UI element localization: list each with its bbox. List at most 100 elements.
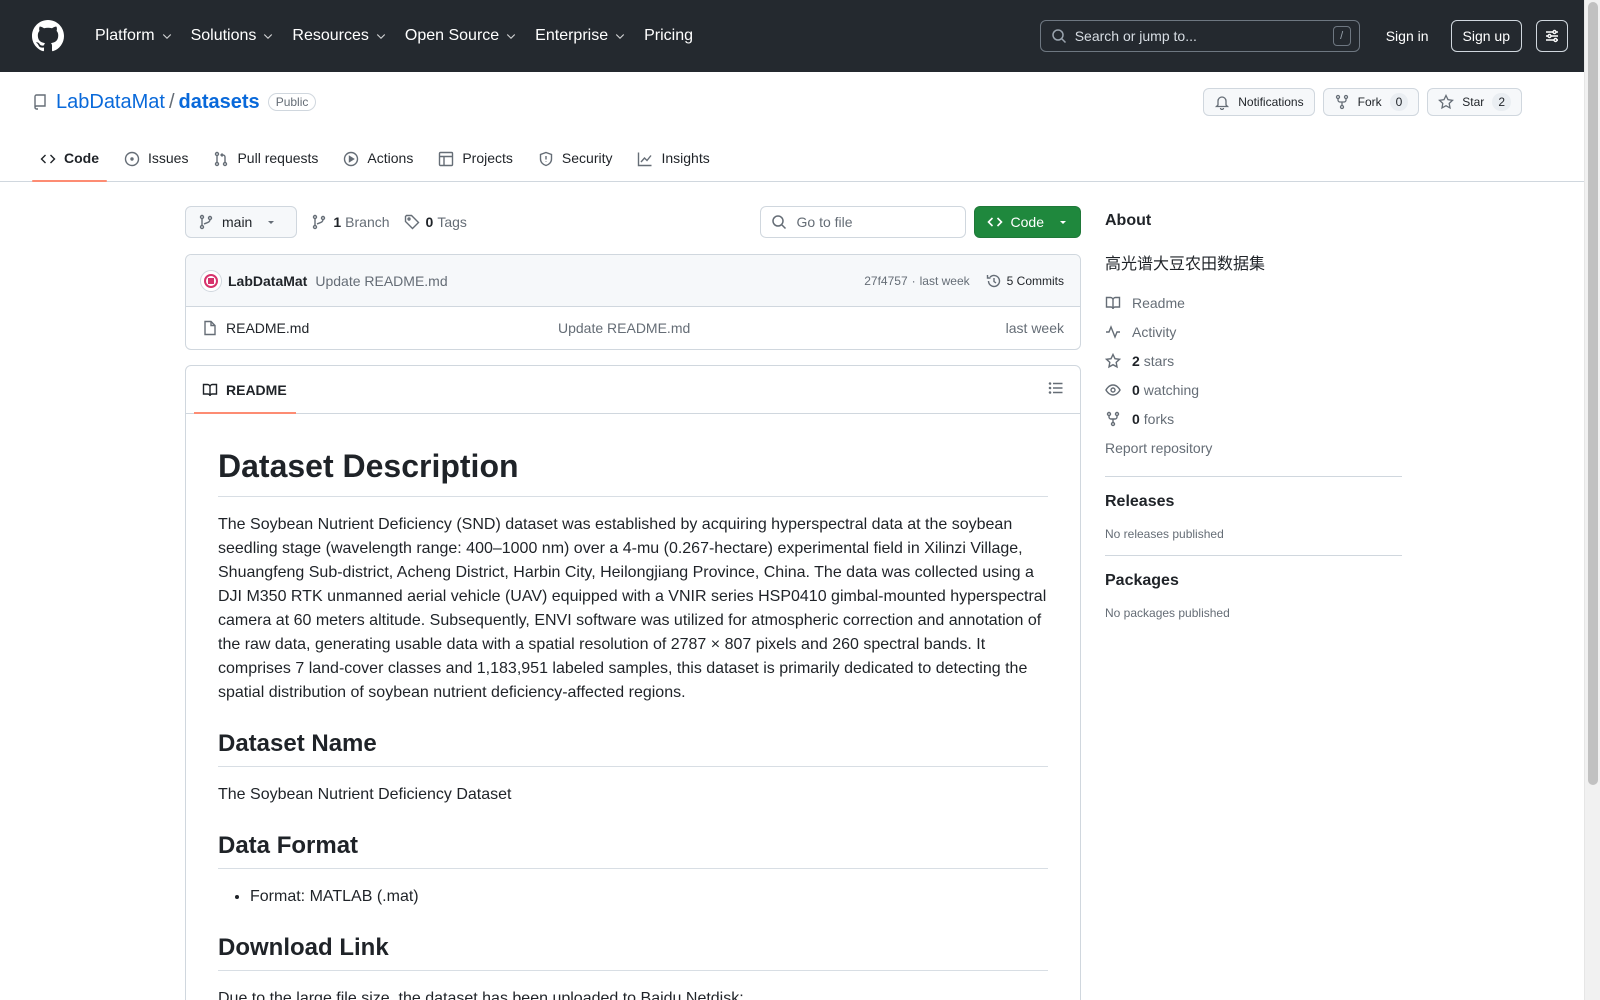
tab-code[interactable]: Code <box>32 144 107 182</box>
tab-security[interactable]: Security <box>530 144 621 182</box>
github-logo-icon[interactable] <box>32 20 64 52</box>
branches-link[interactable]: 1 Branch <box>311 214 390 230</box>
about-sidebar: About 高光谱大豆农田数据集 Readme Activity 2 stars… <box>1105 206 1402 620</box>
file-name[interactable]: README.md <box>226 320 558 336</box>
packages-title[interactable]: Packages <box>1105 572 1402 590</box>
readme-header: README <box>186 366 1080 414</box>
report-repository-link[interactable]: Report repository <box>1105 433 1402 462</box>
fork-button[interactable]: Fork 0 <box>1322 88 1420 116</box>
branch-bar: main 1 Branch 0 Tags Go to file Code <box>185 206 1081 238</box>
repo-owner-link[interactable]: LabDataMat <box>56 91 165 114</box>
search-icon <box>1051 29 1066 44</box>
search-input[interactable]: Search or jump to... / <box>1039 20 1360 52</box>
eye-icon <box>1105 383 1121 396</box>
visibility-badge: Public <box>267 93 317 111</box>
bell-icon <box>1215 96 1230 110</box>
commit-author[interactable]: LabDataMat <box>228 273 307 289</box>
commit-message[interactable]: Update README.md <box>315 273 447 289</box>
dataset-name-text: The Soybean Nutrient Deficiency Dataset <box>218 786 512 803</box>
nav-platform[interactable]: Platform <box>86 18 182 54</box>
table-row[interactable]: README.md Update README.md last week <box>186 307 1080 349</box>
avatar[interactable] <box>200 269 222 292</box>
branches-count: 1 <box>333 214 342 230</box>
menu-button[interactable] <box>1536 20 1568 52</box>
tab-insights[interactable]: Insights <box>629 144 717 182</box>
nav-label: Resources <box>292 27 369 44</box>
nav-label: Open Source <box>404 27 500 44</box>
chevron-down-icon <box>162 34 171 40</box>
notifications-button[interactable]: Notifications <box>1203 88 1315 116</box>
readme-tab[interactable]: README <box>194 366 296 414</box>
tags-label: Tags <box>437 214 467 230</box>
stars-link[interactable]: 2 stars <box>1105 346 1402 375</box>
search-placeholder: Search or jump to... <box>1074 28 1197 44</box>
outline-button[interactable] <box>1048 380 1064 399</box>
repo-header: LabDataMat / datasets Public Notificatio… <box>0 72 1600 182</box>
activity-link[interactable]: Activity <box>1105 317 1402 346</box>
branch-name: main <box>222 214 253 230</box>
latest-commit-row: LabDataMat Update README.md 27f4757 · la… <box>186 255 1080 307</box>
star-button[interactable]: Star 2 <box>1427 88 1522 116</box>
tab-label: Issues <box>148 150 189 166</box>
tab-projects[interactable]: Projects <box>430 144 521 182</box>
readme-link-label: Readme <box>1132 294 1185 311</box>
chevron-down-icon <box>615 34 625 40</box>
scrollbar-thumb[interactable] <box>1588 2 1598 785</box>
go-to-file-input[interactable]: Go to file <box>759 206 966 238</box>
tab-pull-requests[interactable]: Pull requests <box>205 144 326 182</box>
avatar-identicon <box>204 273 218 288</box>
watching-link[interactable]: 0 watching <box>1105 375 1402 404</box>
global-header: Platform Solutions Resources Open Source… <box>0 0 1600 72</box>
repo-name-link[interactable]: datasets <box>179 91 260 114</box>
tags-link[interactable]: 0 Tags <box>404 214 467 230</box>
nav-enterprise[interactable]: Enterprise <box>526 18 635 54</box>
branch-selector[interactable]: main <box>185 206 298 238</box>
code-icon <box>40 154 56 164</box>
forks-label: forks <box>1143 410 1175 427</box>
nav-pricing[interactable]: Pricing <box>635 18 702 54</box>
nav-open-source[interactable]: Open Source <box>396 18 526 54</box>
divider <box>1105 555 1402 556</box>
code-icon <box>986 217 1003 227</box>
list-item: Format: MATLAB (.mat) <box>250 885 1048 909</box>
releases-title[interactable]: Releases <box>1105 493 1402 511</box>
page-scrollbar[interactable] <box>1584 0 1600 1000</box>
caret-down-icon <box>1060 221 1066 224</box>
description-paragraph: The Soybean Nutrient Deficiency (SND) da… <box>218 516 1047 701</box>
forks-link[interactable]: 0 forks <box>1105 404 1402 433</box>
tab-actions[interactable]: Actions <box>335 144 421 182</box>
commit-time: last week <box>919 273 970 288</box>
code-dropdown-button[interactable]: Code <box>973 206 1081 238</box>
fork-icon <box>1106 411 1120 426</box>
tab-issues[interactable]: Issues <box>116 144 196 182</box>
sign-up-button[interactable]: Sign up <box>1450 20 1522 52</box>
nav-solutions[interactable]: Solutions <box>182 18 284 54</box>
tab-label: Projects <box>462 150 513 166</box>
branch-icon <box>313 214 326 230</box>
chevron-down-icon <box>376 34 386 40</box>
readme-panel: README Dataset Description The Soybean N… <box>185 365 1081 1000</box>
graph-icon <box>638 152 653 167</box>
heading-dataset-description: Dataset Description <box>218 446 1048 497</box>
nav-resources[interactable]: Resources <box>283 18 395 54</box>
format-list: Format: MATLAB (.mat) <box>218 885 1048 909</box>
chevron-down-icon <box>507 34 516 40</box>
divider <box>1105 476 1402 477</box>
commit-sha[interactable]: 27f4757 <box>864 274 907 288</box>
sign-in-link[interactable]: Sign in <box>1374 28 1441 44</box>
meta-dot: · <box>911 273 916 288</box>
go-to-file-placeholder: Go to file <box>796 214 853 230</box>
tag-icon <box>404 214 420 230</box>
heading-data-format: Data Format <box>218 831 1048 869</box>
book-icon <box>202 383 218 396</box>
releases-note: No releases published <box>1105 527 1224 541</box>
file-commit-message[interactable]: Update README.md <box>558 320 1006 336</box>
header-actions: Search or jump to... / Sign in Sign up <box>1039 20 1568 52</box>
commits-history-link[interactable]: 5 Commits <box>986 273 1064 289</box>
star-count: 2 <box>1492 93 1511 111</box>
watching-count: 0 <box>1132 381 1140 398</box>
readme-link[interactable]: Readme <box>1105 288 1402 317</box>
search-icon <box>771 215 786 230</box>
list-unordered-icon <box>1048 382 1063 394</box>
tab-label: Actions <box>367 150 414 166</box>
